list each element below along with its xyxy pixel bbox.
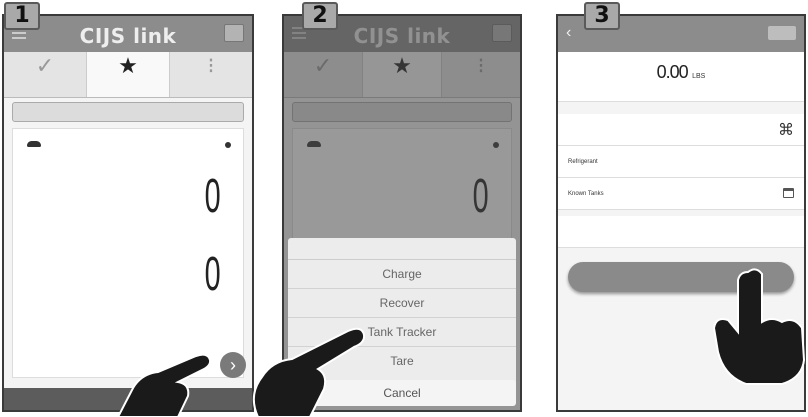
tab-favorites[interactable]: ★: [86, 52, 170, 97]
app-logo: CIJS link: [79, 24, 177, 48]
known-tanks-label: Known Tanks: [568, 191, 604, 197]
refrigerant-row[interactable]: Refrigerant: [558, 146, 804, 178]
pointing-hand-icon: [118, 353, 212, 417]
device-filter-bar[interactable]: [12, 102, 244, 122]
known-tanks-row[interactable]: Known Tanks: [558, 178, 804, 210]
sheet-item-recover[interactable]: Recover: [288, 289, 516, 318]
tab-bluetooth[interactable]: ⁝: [170, 52, 252, 97]
app-header: CIJS link: [4, 16, 252, 52]
save-button[interactable]: [768, 26, 796, 40]
refrigerant-label: Refrigerant: [568, 159, 598, 165]
pointing-hand-icon: [712, 268, 806, 385]
scan-icon[interactable]: ⌘: [778, 120, 794, 140]
scan-id-row[interactable]: ⌘: [558, 114, 804, 146]
back-chevron-icon[interactable]: ‹: [566, 24, 571, 42]
tab-check[interactable]: ✓: [4, 52, 86, 97]
action-sheet-title: [288, 238, 516, 260]
reading-bottom-value: 0: [204, 248, 221, 301]
device-card[interactable]: 0 0: [12, 128, 244, 378]
check-icon: ✓: [35, 53, 55, 78]
tab-bar: ✓ ★ ⁝: [4, 52, 252, 98]
step-1-badge: 1: [4, 2, 40, 30]
amount-unit: LBS: [692, 73, 706, 80]
sheet-item-charge[interactable]: Charge: [288, 260, 516, 289]
step-2-badge: 2: [302, 2, 338, 30]
status-dot: [225, 142, 231, 148]
amount-display: 0.00 LBS: [558, 52, 804, 102]
star-icon: ★: [118, 53, 138, 78]
notes-row[interactable]: [558, 216, 804, 248]
calendar-icon[interactable]: [783, 188, 794, 198]
pointing-hand-icon: [252, 327, 366, 417]
amount-value: 0.00: [656, 62, 689, 82]
bluetooth-icon: ⁝: [207, 53, 215, 78]
scale-icon: [27, 141, 41, 147]
header-action-button[interactable]: [224, 24, 244, 42]
reading-top-value: 0: [204, 170, 221, 223]
step-3-badge: 3: [584, 2, 620, 30]
